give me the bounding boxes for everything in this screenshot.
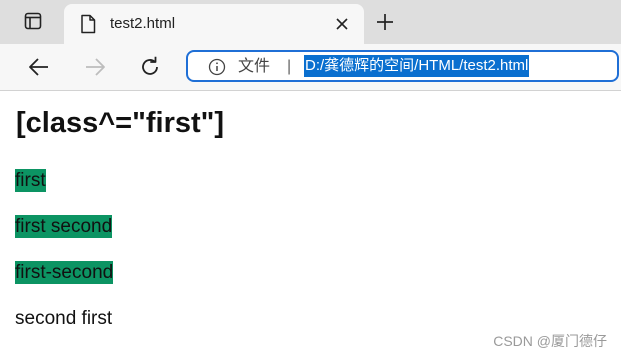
watermark: CSDN @厦门德仔 bbox=[493, 333, 607, 349]
navigation-toolbar: 文件 | D:/龚德辉的空间/HTML/test2.html bbox=[0, 44, 621, 91]
page-viewport: [class^="first"] first first second firs… bbox=[0, 91, 621, 358]
paragraph-first: first bbox=[15, 169, 46, 192]
paragraph-second-first: second first bbox=[15, 308, 113, 329]
close-icon[interactable] bbox=[334, 16, 350, 32]
page-heading: [class^="first"] bbox=[16, 107, 225, 139]
browser-window: test2.html 文件 | D:/龚德辉的空间/HTML/test2.htm… bbox=[0, 0, 621, 358]
tab-strip: test2.html bbox=[0, 0, 621, 44]
arrow-right-icon[interactable] bbox=[83, 55, 107, 79]
site-info-label[interactable]: 文件 bbox=[238, 56, 270, 78]
address-bar[interactable]: 文件 | D:/龚德辉的空间/HTML/test2.html bbox=[186, 50, 619, 82]
plus-icon[interactable] bbox=[375, 12, 395, 32]
paragraph-first-second: first second bbox=[15, 215, 113, 238]
refresh-icon[interactable] bbox=[138, 55, 162, 79]
paragraph-first-hyphen-second: first-second bbox=[15, 261, 114, 284]
tab-active[interactable]: test2.html bbox=[64, 4, 364, 44]
document-icon bbox=[80, 14, 96, 34]
tab-title: test2.html bbox=[110, 15, 176, 32]
tab-actions-icon[interactable] bbox=[24, 12, 42, 30]
url-input[interactable]: D:/龚德辉的空间/HTML/test2.html bbox=[304, 55, 530, 77]
info-icon[interactable] bbox=[208, 58, 226, 76]
address-separator: | bbox=[287, 58, 292, 75]
arrow-left-icon[interactable] bbox=[27, 55, 51, 79]
